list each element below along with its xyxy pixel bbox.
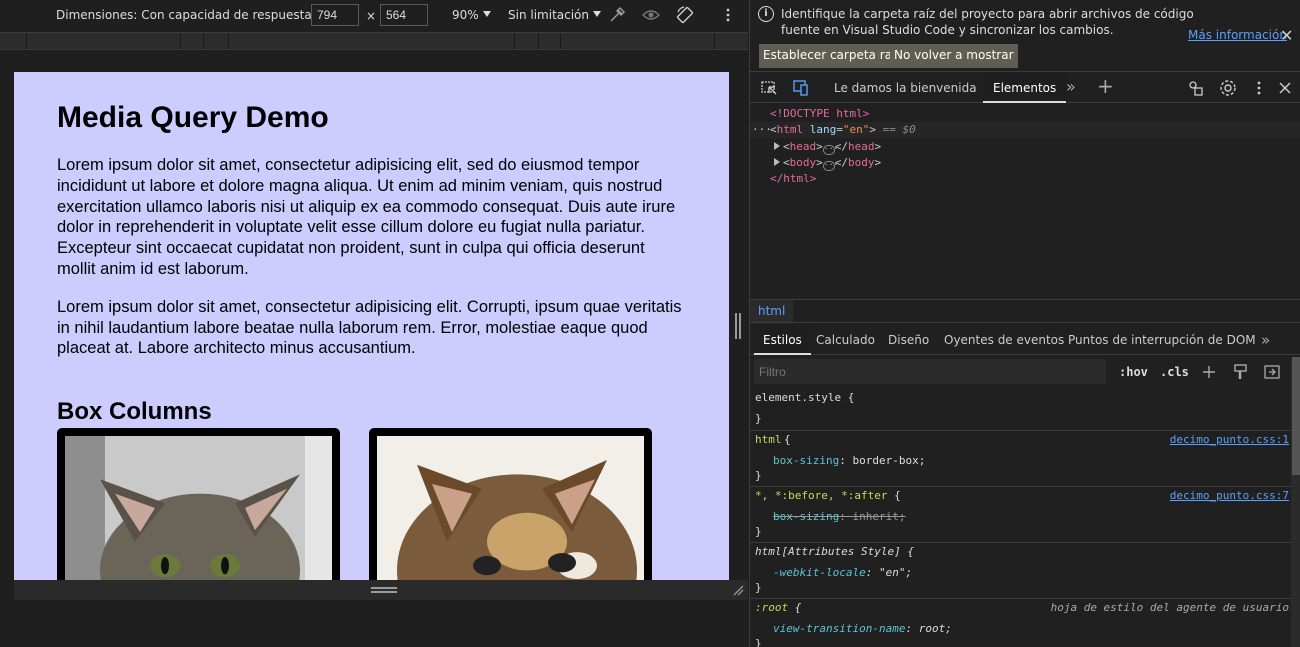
new-rule-icon[interactable] xyxy=(1200,363,1218,381)
box-columns xyxy=(57,428,657,580)
dimensions-dropdown[interactable]: Dimensiones: Con capacidad de respuesta xyxy=(56,8,324,22)
zoom-label: 90% xyxy=(452,8,479,22)
dimensions-label: Dimensiones: Con capacidad de respuesta xyxy=(56,8,312,22)
kitten-image-box xyxy=(369,428,652,580)
style-rule-universal[interactable]: *, *:before, *:after { decimo_punto.css:… xyxy=(750,487,1291,543)
tab-welcome[interactable]: Le damos la bienvenida xyxy=(824,73,987,103)
class-toggle-button[interactable]: .cls xyxy=(1160,365,1189,379)
add-tab-icon[interactable]: + xyxy=(1097,74,1115,98)
media-query-ruler[interactable] xyxy=(0,32,748,50)
device-emulation-pane: Dimensiones: Con capacidad de respuesta … xyxy=(0,0,748,647)
zoom-dropdown[interactable]: 90% xyxy=(452,8,491,22)
toggle-sidebar-icon[interactable] xyxy=(1263,363,1281,381)
paint-brush-icon[interactable] xyxy=(1232,363,1250,381)
height-input[interactable] xyxy=(380,4,428,26)
selector: html[Attributes Style] { xyxy=(755,545,914,558)
paragraph-2: Lorem ipsum dolor sit amet, consectetur … xyxy=(57,297,682,358)
html-close-node[interactable]: </html> xyxy=(770,171,816,187)
close-icon[interactable]: ✕ xyxy=(1280,26,1293,45)
tab-computed[interactable]: Calculado xyxy=(807,325,884,355)
style-rule-attributes[interactable]: html[Attributes Style] { -webkit-locale:… xyxy=(750,543,1291,599)
tab-styles[interactable]: Estilos xyxy=(754,325,811,355)
ellipsis-icon[interactable]: ··· xyxy=(822,145,838,155)
paragraph-1: Lorem ipsum dolor sit amet, consectetur … xyxy=(57,156,676,278)
throttle-dropdown[interactable]: Sin limitación xyxy=(508,8,601,22)
styles-filter-row: :hov .cls xyxy=(750,357,1291,387)
tab-dom-breakpoints[interactable]: Puntos de interrupción de DOM xyxy=(1059,325,1265,355)
styles-filter-input[interactable] xyxy=(754,359,1106,384)
tab-event-listeners[interactable]: Oyentes de eventos xyxy=(935,325,1073,355)
ellipsis-icon[interactable]: ··· xyxy=(822,161,838,171)
height-resize-handle[interactable] xyxy=(371,587,397,593)
styles-scrollbar[interactable] xyxy=(1291,357,1300,647)
user-agent-label: hoja de estilo del agente de usuario xyxy=(1050,601,1289,614)
breadcrumb: html xyxy=(750,299,1300,323)
width-input[interactable] xyxy=(311,4,359,26)
emulated-viewport: Media Query Demo Lorem ipsum dolor sit a… xyxy=(14,72,729,580)
selector: :root { xyxy=(755,601,802,614)
device-toolbar: Dimensiones: Con capacidad de respuesta … xyxy=(0,0,748,31)
style-rule-root[interactable]: :root { hoja de estilo del agente de usu… xyxy=(750,599,1291,647)
device-toolbar-icon[interactable] xyxy=(792,79,810,97)
styles-pane: element.style { } html{ decimo_punto.css… xyxy=(750,389,1291,647)
infobar-message: Identifique la carpeta raíz del proyecto… xyxy=(781,7,1194,37)
style-rule-element[interactable]: element.style { } xyxy=(750,389,1291,431)
devtools-tabbar: Le damos la bienvenida Elementos » + xyxy=(750,73,1300,103)
hover-state-button[interactable]: :hov xyxy=(1119,365,1148,379)
height-resize-bar[interactable] xyxy=(14,580,748,600)
html-node[interactable]: ··· <html lang="en"> == $0 xyxy=(750,122,1300,138)
page-title: Media Query Demo xyxy=(57,101,329,134)
more-tabs-icon[interactable]: » xyxy=(1252,325,1279,355)
width-resize-handle[interactable] xyxy=(735,313,741,339)
dont-show-again-button[interactable]: No volver a mostrar xyxy=(890,44,1018,68)
set-root-folder-button[interactable]: Establecer carpeta raíz xyxy=(759,44,906,68)
section-heading: Box Columns xyxy=(57,398,212,426)
times-sign: × xyxy=(366,9,377,23)
doctype-node[interactable]: <!DOCTYPE html> xyxy=(770,106,869,122)
style-rule-html[interactable]: html{ decimo_punto.css:1 box-sizing: bor… xyxy=(750,431,1291,487)
body-node[interactable]: <body>···</body> xyxy=(774,155,881,171)
tab-elements[interactable]: Elementos xyxy=(983,73,1067,103)
expand-arrow-icon[interactable] xyxy=(774,142,780,150)
head-node[interactable]: <head>···</head> xyxy=(774,139,881,155)
expand-arrow-icon[interactable] xyxy=(774,158,780,166)
more-tabs-icon[interactable]: » xyxy=(1066,77,1084,96)
inspect-element-icon[interactable] xyxy=(760,79,778,97)
selector: html xyxy=(755,433,782,446)
close-devtools-icon[interactable] xyxy=(1276,79,1294,97)
eyedropper-icon[interactable] xyxy=(608,6,626,24)
learn-more-link[interactable]: Más información xyxy=(1188,28,1287,42)
info-icon: i xyxy=(758,6,774,22)
workspace-infobar: i Identifique la carpeta raíz del proyec… xyxy=(750,0,1300,72)
chevron-down-icon xyxy=(593,11,601,17)
source-link[interactable]: decimo_punto.css:7 xyxy=(1170,489,1289,502)
devtools-panel: i Identifique la carpeta raíz del proyec… xyxy=(749,0,1300,647)
connections-icon[interactable] xyxy=(1187,79,1205,97)
styles-subtabs: Estilos Calculado Diseño Oyentes de even… xyxy=(750,325,1300,355)
eye-icon[interactable] xyxy=(642,6,660,24)
scrollbar-thumb[interactable] xyxy=(1292,357,1300,475)
rotate-icon[interactable] xyxy=(676,6,694,24)
throttle-label: Sin limitación xyxy=(508,8,589,22)
dom-tree: <!DOCTYPE html> ··· <html lang="en"> == $… xyxy=(750,104,1300,299)
corner-resize-icon[interactable] xyxy=(732,584,744,596)
tab-layout[interactable]: Diseño xyxy=(879,325,938,355)
more-options-icon[interactable] xyxy=(719,6,737,24)
more-options-icon[interactable] xyxy=(1250,79,1268,97)
selector: *, *:before, *:after { xyxy=(755,489,901,502)
kitten-image xyxy=(377,436,644,580)
chevron-down-icon xyxy=(482,11,491,17)
source-link[interactable]: decimo_punto.css:1 xyxy=(1170,433,1289,446)
kitten-image xyxy=(65,436,332,580)
breadcrumb-html[interactable]: html xyxy=(750,300,794,322)
kitten-image-box xyxy=(57,428,340,580)
settings-gear-icon[interactable] xyxy=(1219,79,1237,97)
